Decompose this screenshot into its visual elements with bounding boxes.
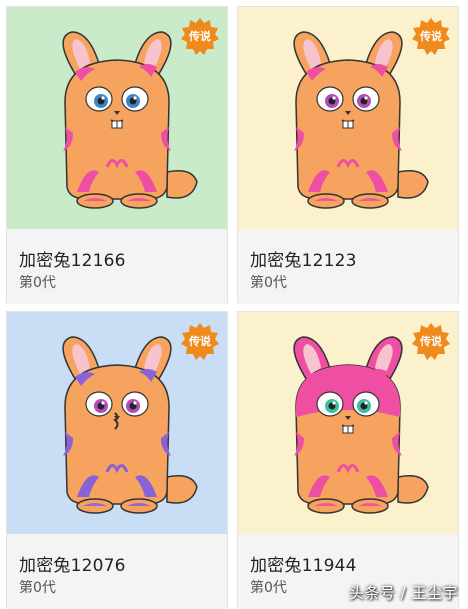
rabbit-generation: 第0代	[250, 580, 287, 596]
rabbit-card[interactable]: 传说 加密兔11944 第0代	[237, 311, 459, 609]
badge-label: 传说	[189, 30, 211, 43]
rabbit-name[interactable]: 加密兔12123	[250, 246, 357, 271]
rabbit-name[interactable]: 加密兔12076	[19, 551, 126, 576]
badge-label: 传说	[420, 335, 442, 348]
rabbit-generation: 第0代	[19, 275, 56, 291]
rabbit-card[interactable]: 传说 加密兔12123 第0代	[237, 6, 459, 304]
rabbit-generation: 第0代	[250, 275, 287, 291]
badge-label: 传说	[420, 30, 442, 43]
rabbit-name[interactable]: 加密兔11944	[250, 551, 357, 576]
card-info: 加密兔12123 第0代	[238, 229, 458, 304]
card-info: 加密兔12076 第0代	[7, 534, 227, 609]
rabbit-card[interactable]: 传说 加密兔12076 第0代	[6, 311, 228, 609]
card-info: 加密兔12166 第0代	[7, 229, 227, 304]
legend-badge: 传说	[181, 323, 219, 361]
legend-badge: 传说	[181, 18, 219, 56]
badge-label: 传说	[189, 335, 211, 348]
legend-badge: 传说	[412, 18, 450, 56]
rabbit-name[interactable]: 加密兔12166	[19, 246, 126, 271]
rabbit-card[interactable]: 传说 加密兔12166 第0代	[6, 6, 228, 304]
watermark: 头条号 / 王尘宇	[348, 584, 458, 602]
rabbit-generation: 第0代	[19, 580, 56, 596]
legend-badge: 传说	[412, 323, 450, 361]
